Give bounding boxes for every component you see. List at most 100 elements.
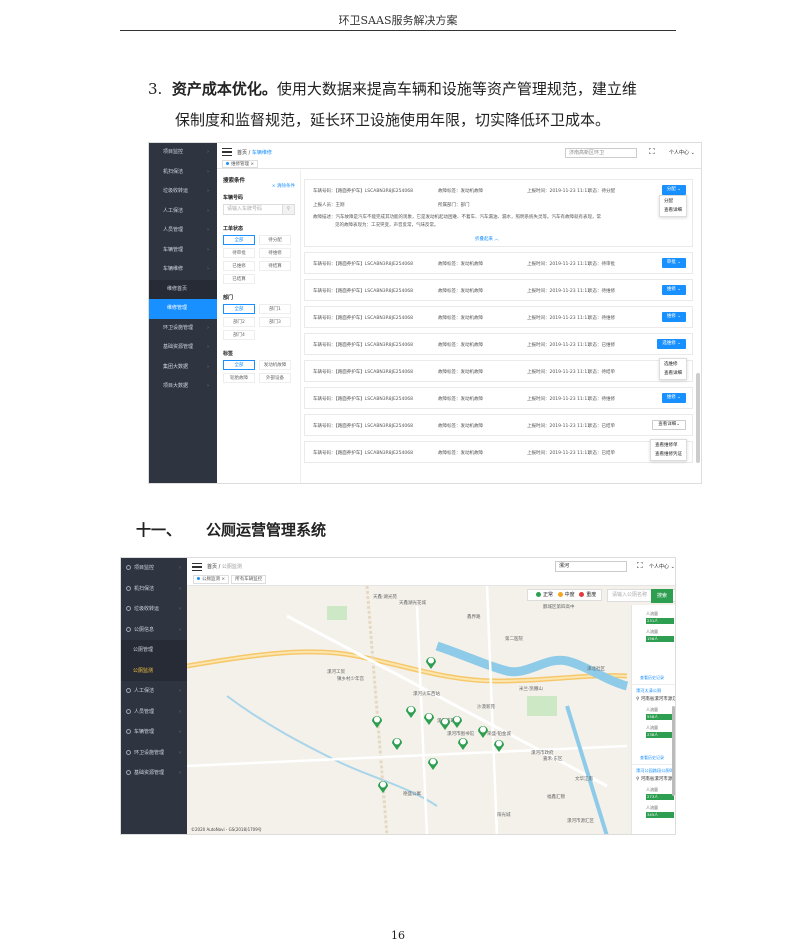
sidebar-item[interactable]: 车辆维修	[149, 260, 217, 280]
fullscreen-icon[interactable]: ⛶	[649, 147, 655, 157]
dropdown-item[interactable]: 查看维修单	[651, 441, 686, 450]
toilet-map-pin-icon[interactable]	[425, 655, 437, 669]
filter-option[interactable]: 待结算	[259, 261, 291, 271]
row-action-button[interactable]: 分配 ⌄	[661, 185, 686, 195]
sidebar-item[interactable]: 人工保洁	[149, 202, 217, 222]
sidebar-item[interactable]: 车辆管理	[149, 241, 217, 261]
user-center-menu[interactable]: 个人中心 ⌄	[669, 149, 695, 156]
filter-option[interactable]: 轮胎故障	[223, 373, 255, 383]
sidebar-item[interactable]: 基础资源管理	[149, 338, 217, 358]
view-history-link[interactable]: 查看历史记录	[640, 675, 664, 681]
sidebar-item[interactable]: 人员管理	[149, 221, 217, 241]
row-action-button[interactable]: 选维修 ⌄	[657, 339, 686, 349]
filter-option[interactable]: 全部	[223, 235, 255, 245]
row-status: 状态：已结单	[588, 424, 615, 429]
map-view[interactable]: 天鑫·湖光苑 天鑫湖光花城 郾城区第四高中 鑫界路 第二医院 漯河火车西站 米兰·凯撒山 泽北…	[187, 586, 675, 834]
fullscreen-icon[interactable]: ⛶	[637, 561, 643, 571]
filter-option[interactable]: 全部	[223, 360, 255, 370]
sidebar-item[interactable]: 机扫保洁	[149, 163, 217, 183]
clear-filter-button[interactable]: × 清除条件	[272, 183, 295, 189]
filter-option[interactable]: 待维修	[259, 248, 291, 258]
sidebar-item[interactable]: 垃圾收转运	[149, 182, 217, 202]
toilet-map-pin-icon[interactable]	[423, 711, 435, 725]
dept-options: 全部 部门1 部门2 部门3 部门4	[223, 304, 294, 340]
row-action-button[interactable]: 维修 ⌄	[661, 285, 686, 295]
toilet-map-pin-icon[interactable]	[477, 724, 489, 738]
filter-option[interactable]: 部门4	[223, 330, 255, 340]
dropdown-item[interactable]: 分配	[660, 197, 686, 206]
sidebar-item[interactable]: 项目监控	[149, 143, 217, 163]
sensor-stat: 人流量 231人	[646, 611, 674, 624]
filter-option[interactable]: 全部	[223, 304, 255, 314]
dropdown-item[interactable]: 查看详细	[660, 369, 686, 378]
sidebar-item[interactable]: 公厕管理	[121, 640, 187, 661]
paragraph-asset-cost: 3. 资产成本优化。使用大数据来提高车辆和设施等资产管理规范，建立维 保制度和监…	[148, 74, 678, 136]
toilet-map-pin-icon[interactable]	[377, 779, 389, 793]
sidebar-item[interactable]: 人员管理	[121, 702, 187, 723]
filter-option[interactable]: 部门1	[259, 304, 291, 314]
toilet-map-pin-icon[interactable]	[439, 716, 451, 730]
table-row: 车辆号码：【路面养护车】LSCABN3R8JE254068 故障标签：发动机故障 上…	[304, 414, 693, 436]
row-action-button[interactable]: 查看详细⌄	[652, 420, 686, 430]
dropdown-item[interactable]: 查看维修凭证	[651, 450, 686, 459]
toilet-map-pin-icon[interactable]	[457, 736, 469, 750]
row-action-button[interactable]: 维修 ⌄	[661, 312, 686, 322]
filter-option[interactable]: 已维修	[223, 261, 255, 271]
search-button[interactable]: 搜索	[651, 589, 673, 603]
row-action-button[interactable]: 维修 ⌄	[661, 393, 686, 403]
toilet-map-pin-icon[interactable]	[391, 736, 403, 750]
tab-repair-management[interactable]: 维修管理 ×	[222, 160, 259, 168]
sidebar-item[interactable]: 环卫设施管理	[121, 743, 187, 764]
row-description: 故障描述：汽车故障是汽车不能完成其功能的现象，它是发动机起动困难、不着车、汽车漏…	[313, 215, 601, 220]
dropdown-item[interactable]: 选维修	[660, 360, 686, 369]
sidebar-item[interactable]: 车辆管理	[121, 722, 187, 743]
tab-toilet-monitor[interactable]: 公厕监测 ×	[193, 575, 230, 584]
map-place-label: 阳光城	[497, 813, 511, 818]
toilet-map-pin-icon[interactable]	[405, 704, 417, 718]
toilet-map-pin-icon[interactable]	[427, 756, 439, 770]
sidebar-item[interactable]: 公厕监测	[121, 660, 187, 681]
page-number: 16	[391, 929, 405, 940]
breadcrumb-home[interactable]: 首页	[207, 564, 217, 570]
plate-search-input[interactable]: 请输入车牌号码 ⚲	[223, 204, 295, 215]
sidebar-item-label: 项目监控	[134, 565, 155, 571]
sidebar-item[interactable]: 垃圾收转运	[121, 599, 187, 620]
legend-severe: 重度	[586, 592, 597, 598]
sidebar-item[interactable]: 环卫设施管理	[149, 319, 217, 339]
menu-icon[interactable]	[222, 148, 232, 156]
sidebar-item[interactable]: 维修管理	[149, 299, 217, 319]
sidebar-item[interactable]: 人工保洁	[121, 681, 187, 702]
tab-vehicle-monitor[interactable]: 所有车辆监控	[231, 575, 267, 584]
filter-option[interactable]: 外部设备	[259, 373, 291, 383]
view-history-link[interactable]: 查看历史记录	[640, 755, 664, 761]
filter-option[interactable]: 发动机故障	[259, 360, 291, 370]
menu-icon[interactable]	[192, 563, 202, 571]
filter-option[interactable]: 部门2	[223, 317, 255, 327]
sidebar-item[interactable]: 项目大数据	[149, 377, 217, 397]
sidebar-item[interactable]: 维修首页	[149, 279, 217, 299]
search-icon[interactable]: ⚲	[282, 205, 294, 214]
project-select[interactable]: 漯河	[555, 561, 627, 572]
toilet-map-pin-icon[interactable]	[451, 714, 463, 728]
row-plate: 车辆号码：【路面养护车】LSCABN3R8JE254068	[313, 397, 413, 402]
sidebar-item[interactable]: 公厕信息	[121, 620, 187, 641]
panel-scrollbar[interactable]	[672, 706, 675, 796]
filter-option[interactable]: 已结算	[223, 274, 255, 284]
breadcrumb-home[interactable]: 首页	[237, 150, 247, 156]
sidebar-item[interactable]: 基础资源管理	[121, 763, 187, 784]
sidebar-item[interactable]: 集团大数据	[149, 358, 217, 378]
dropdown-item[interactable]: 查看详细	[660, 206, 686, 215]
filter-option[interactable]: 部门3	[259, 317, 291, 327]
sidebar-item[interactable]: 机扫保洁	[121, 579, 187, 600]
sidebar-item[interactable]: 项目监控	[121, 558, 187, 579]
toilet-map-pin-icon[interactable]	[493, 738, 505, 752]
scrollbar[interactable]	[696, 373, 700, 463]
row-time: 上报时间：2019-11-23 11:11	[527, 370, 591, 375]
filter-option[interactable]: 待审批	[223, 248, 255, 258]
user-center-menu[interactable]: 个人中心 ⌄	[649, 563, 675, 570]
filter-option[interactable]: 待分配	[259, 235, 291, 245]
row-action-button[interactable]: 审批 ⌄	[661, 258, 686, 268]
project-select[interactable]: 济南高新区环卫	[565, 148, 637, 158]
fold-toggle[interactable]: 折叠起来 ︿	[475, 236, 499, 242]
toilet-map-pin-icon[interactable]	[371, 714, 383, 728]
